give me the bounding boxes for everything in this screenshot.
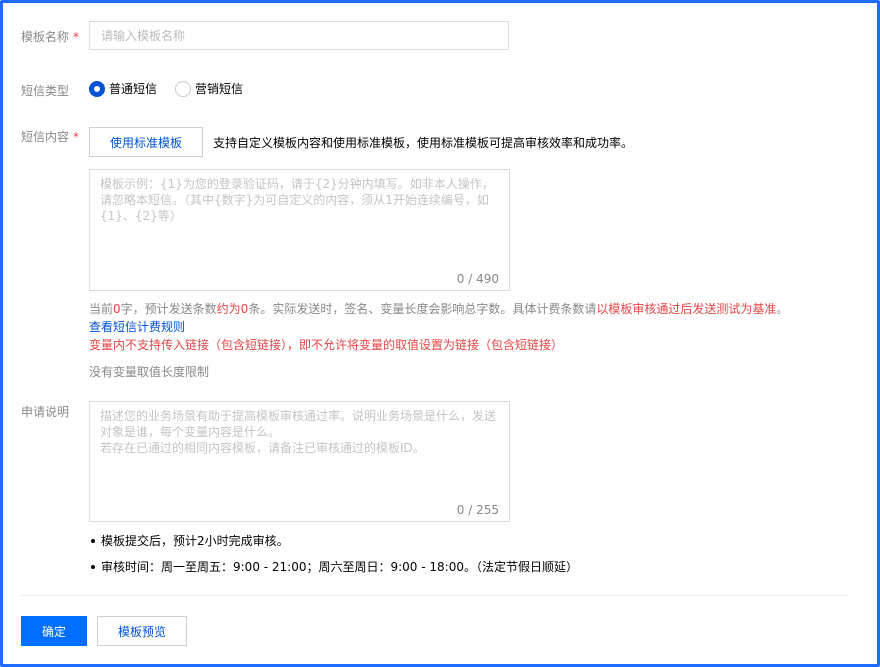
sms-content-description: 支持自定义模板内容和使用标准模板，使用标准模板可提高审核效率和成功率。 — [213, 136, 634, 150]
footer-divider — [21, 595, 849, 596]
review-note-item: 模板提交后，预计2小时完成审核。 — [89, 532, 289, 549]
sms-content-textarea[interactable] — [90, 170, 509, 270]
use-standard-template-button[interactable]: 使用标准模板 — [89, 127, 203, 157]
application-note-textarea[interactable] — [90, 402, 509, 502]
bullet-icon — [91, 538, 95, 543]
template-preview-button[interactable]: 模板预览 — [97, 616, 187, 646]
radio-normal-sms-label: 普通短信 — [109, 82, 158, 96]
sms-content-textarea-wrap: 0 / 490 — [89, 169, 510, 291]
sms-type-radio-group: 普通短信 营销短信 — [89, 80, 261, 97]
sms-content-label: 短信内容 * — [21, 130, 80, 144]
radio-marketing-sms[interactable]: 营销短信 — [175, 80, 243, 97]
template-name-label: 模板名称 * — [21, 30, 80, 44]
application-note-label: 申请说明 — [21, 405, 70, 419]
application-note-textarea-wrap: 0 / 255 — [89, 401, 510, 522]
template-name-input[interactable] — [89, 21, 509, 50]
required-mark: * — [73, 30, 80, 44]
review-time-item: 审核时间：周一至周五：9:00 - 21:00；周六至周日：9:00 - 18:… — [89, 558, 578, 575]
radio-checked-icon — [89, 80, 105, 97]
bullet-icon — [91, 564, 95, 569]
sms-type-label: 短信类型 — [21, 84, 70, 98]
radio-normal-sms[interactable]: 普通短信 — [89, 80, 157, 97]
confirm-button[interactable]: 确定 — [21, 616, 87, 646]
application-note-counter: 0 / 255 — [456, 503, 499, 517]
sms-content-counter: 0 / 490 — [456, 272, 499, 286]
variable-length-note: 没有变量取值长度限制 — [89, 365, 210, 379]
billing-rule-link[interactable]: 查看短信计费规则 — [89, 318, 185, 335]
required-mark: * — [73, 130, 80, 144]
variable-link-warning: 变量内不支持传入链接（包含短链接），即不允许将变量的取值设置为链接（包含短链接） — [89, 338, 564, 352]
review-time-text: 审核时间：周一至周五：9:00 - 21:00；周六至周日：9:00 - 18:… — [101, 560, 578, 574]
sms-stats-line: 当前0字，预计发送条数约为0条。实际发送时，签名、变量长度会影响总字数。具体计费… — [89, 302, 789, 316]
radio-unchecked-icon — [175, 80, 192, 97]
review-note-text: 模板提交后，预计2小时完成审核。 — [101, 534, 289, 548]
radio-marketing-sms-label: 营销短信 — [195, 82, 244, 96]
